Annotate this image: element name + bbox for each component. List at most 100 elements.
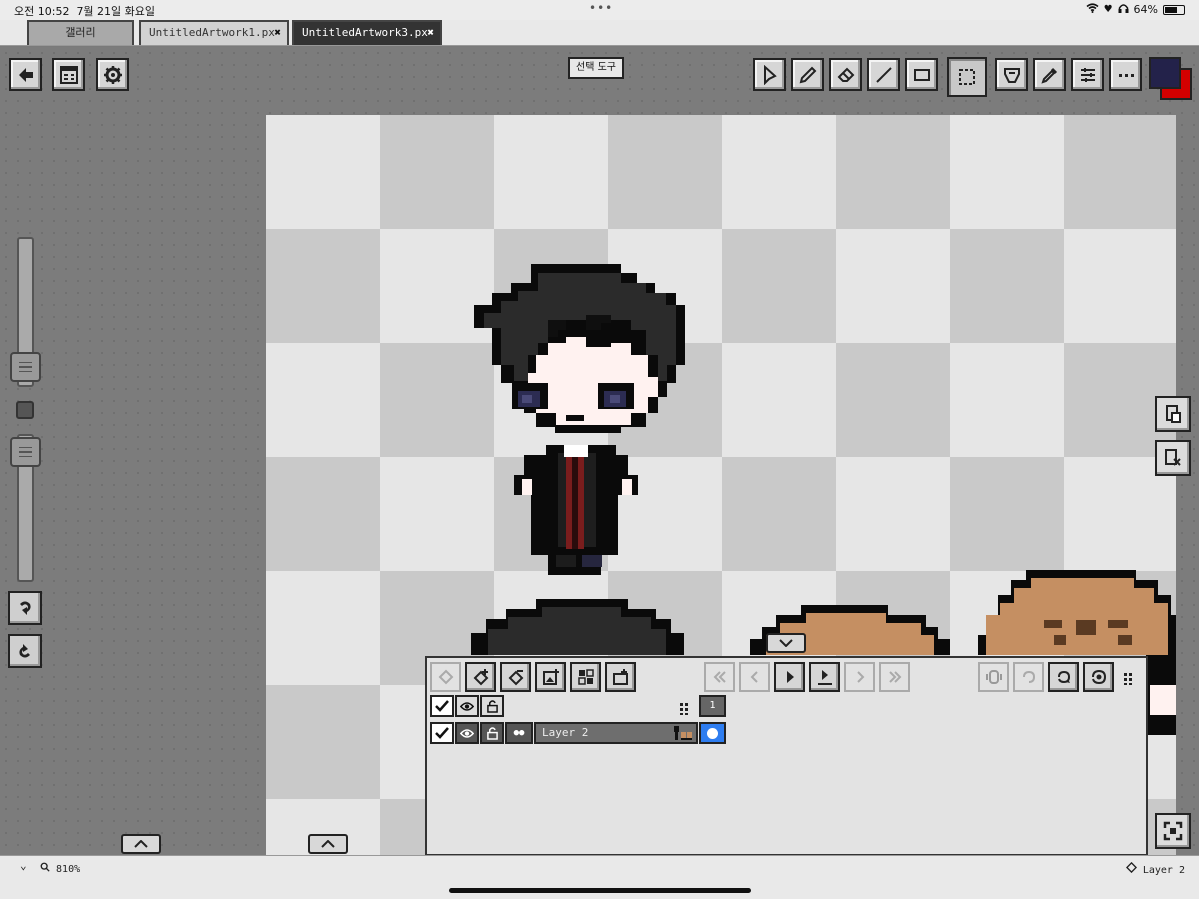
eraser-tool-button[interactable] <box>829 58 862 91</box>
layer-grid-icon <box>577 669 594 685</box>
last-frame-icon <box>888 671 901 683</box>
expand-panel-button[interactable] <box>308 834 348 854</box>
selection-tool-button[interactable] <box>947 57 987 97</box>
current-layer-name: Layer 2 <box>1142 865 1185 876</box>
battery-percent: 64% <box>1133 3 1158 16</box>
collapse-layers-button[interactable] <box>766 633 806 653</box>
layer-blend-toggle[interactable]: ●● <box>505 722 533 744</box>
tab-untitled-artwork-3[interactable]: UntitledArtwork3.px ✖ <box>292 20 442 45</box>
add-image-button[interactable] <box>535 662 566 692</box>
adjust-button[interactable] <box>1071 58 1104 91</box>
chevron-down-icon[interactable]: ⌄ <box>20 859 27 872</box>
keyframe-icon <box>707 727 718 739</box>
pencil-icon <box>799 66 816 83</box>
pencil-tool-button[interactable] <box>791 58 824 91</box>
rotate-icon <box>1057 670 1070 684</box>
settings-button[interactable] <box>96 58 129 91</box>
home-indicator[interactable] <box>449 888 751 893</box>
close-icon[interactable]: ✖ <box>427 22 434 43</box>
export-icon <box>612 669 628 685</box>
prev-frame-button[interactable] <box>739 662 770 692</box>
add-frame-button[interactable] <box>465 662 496 692</box>
primary-color-swatch[interactable] <box>1149 57 1181 89</box>
rectangle-tool-button[interactable] <box>905 58 938 91</box>
tab-label: UntitledArtwork1.px <box>149 26 275 39</box>
layer-back-button[interactable] <box>430 662 461 692</box>
zoom-icon <box>40 862 50 872</box>
onion-icon <box>985 670 1002 684</box>
rotate-all-icon <box>1091 669 1106 685</box>
clear-clipboard-button[interactable] <box>1155 440 1191 476</box>
play-button[interactable] <box>774 662 805 692</box>
brush-preview[interactable] <box>16 401 34 419</box>
chevron-up-icon <box>321 840 335 848</box>
tab-bar: 갤러리 UntitledArtwork1.px ✖ UntitledArtwor… <box>0 20 1199 59</box>
tab-untitled-artwork-1[interactable]: UntitledArtwork1.px ✖ <box>139 20 289 45</box>
play-icon <box>786 671 794 683</box>
back-icon <box>18 67 33 82</box>
undo-icon <box>20 601 31 615</box>
onion-skin-button[interactable] <box>978 662 1009 692</box>
more-icon <box>1118 73 1134 77</box>
fit-screen-icon <box>1163 821 1183 841</box>
layer-checkbox[interactable] <box>430 722 454 744</box>
select-all-checkbox[interactable] <box>430 695 454 717</box>
paste-button[interactable] <box>1155 396 1191 432</box>
headphones-icon <box>1118 3 1129 16</box>
rotate-button[interactable] <box>1048 662 1079 692</box>
panel-drag-handle-icon[interactable] <box>1124 670 1132 689</box>
frame-cell[interactable] <box>699 722 726 744</box>
eyedropper-tool-button[interactable] <box>1033 58 1066 91</box>
status-date: 7월 21일 화요일 <box>76 5 156 18</box>
fill-bucket-icon <box>1003 67 1020 83</box>
brush-size-slider-thumb[interactable] <box>10 352 41 382</box>
eyedropper-icon <box>1040 67 1057 84</box>
all-lock-toggle[interactable] <box>480 695 504 717</box>
clear-clipboard-icon <box>1165 449 1181 466</box>
line-tool-button[interactable] <box>867 58 900 91</box>
layer-grid-button[interactable] <box>570 662 601 692</box>
add-frame-marker-icon <box>817 670 832 685</box>
status-right: ♥ 64% <box>1086 3 1185 16</box>
back-button[interactable] <box>9 58 42 91</box>
layer-lock-toggle[interactable] <box>480 722 504 744</box>
fit-screen-button[interactable] <box>1155 813 1191 849</box>
multitask-dots-icon[interactable]: ••• <box>589 1 613 15</box>
duplicate-button[interactable] <box>500 662 531 692</box>
export-button[interactable] <box>605 662 636 692</box>
duplicate-icon <box>508 670 523 686</box>
next-frame-button[interactable] <box>844 662 875 692</box>
first-frame-icon <box>713 671 726 683</box>
layer-name-field[interactable]: Layer 2 <box>534 722 698 744</box>
close-icon[interactable]: ✖ <box>274 22 281 43</box>
opacity-slider-thumb[interactable] <box>10 437 41 467</box>
layer-visibility-toggle[interactable] <box>455 722 479 744</box>
frame-number[interactable]: 1 <box>699 695 726 717</box>
layer-drag-handle-icon[interactable] <box>680 700 688 719</box>
layers-panel: 1 ●● Layer 2 <box>425 656 1148 856</box>
current-layer-indicator: Layer 2 <box>1125 861 1185 876</box>
expand-left-panel-button[interactable] <box>121 834 161 854</box>
frame-marker-button[interactable] <box>809 662 840 692</box>
first-frame-button[interactable] <box>704 662 735 692</box>
move-tool-button[interactable] <box>753 58 786 91</box>
battery-icon <box>1163 4 1185 15</box>
fill-tool-button[interactable] <box>995 58 1028 91</box>
redo-button[interactable] <box>8 634 42 668</box>
tab-gallery[interactable]: 갤러리 <box>27 20 134 45</box>
unlock-icon <box>486 726 498 740</box>
rotate-all-button[interactable] <box>1083 662 1114 692</box>
blend-dots-icon: ●● <box>513 728 525 738</box>
next-frame-icon <box>856 671 864 683</box>
layer-name: Layer 2 <box>542 726 589 739</box>
undo-button[interactable] <box>8 591 42 625</box>
redo-icon <box>19 644 30 658</box>
window-button[interactable] <box>52 58 85 91</box>
loop-button[interactable] <box>1013 662 1044 692</box>
add-image-icon <box>542 669 559 685</box>
last-frame-button[interactable] <box>879 662 910 692</box>
eye-icon <box>460 701 474 711</box>
chevron-up-icon <box>134 840 148 848</box>
more-button[interactable] <box>1109 58 1142 91</box>
all-visibility-toggle[interactable] <box>455 695 479 717</box>
